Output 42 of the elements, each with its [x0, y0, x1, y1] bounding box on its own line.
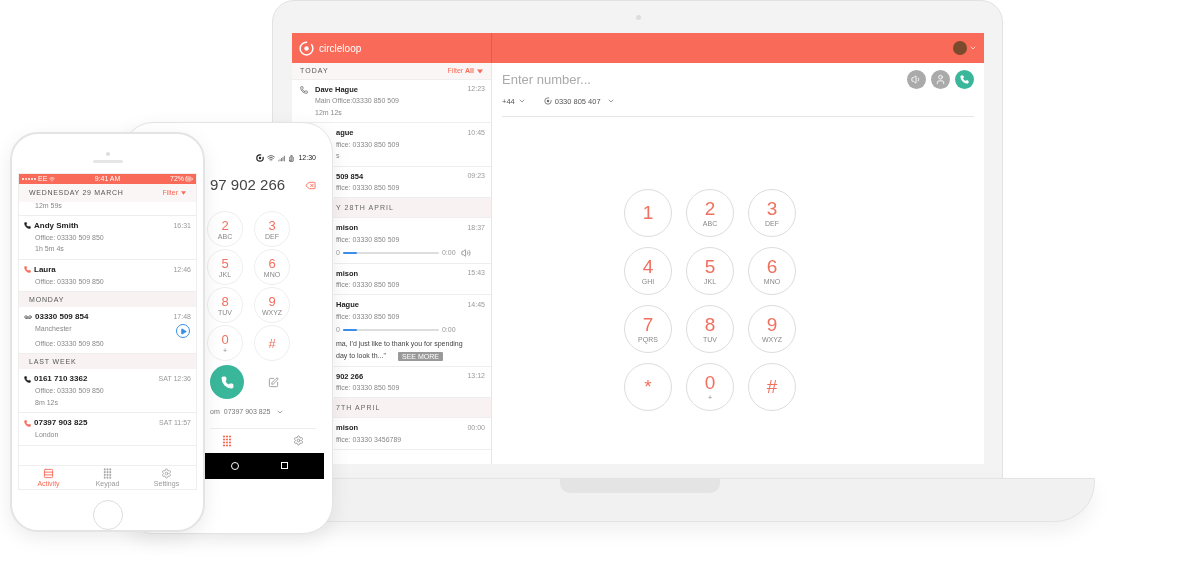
- contact-name: 03330 509 854: [35, 311, 89, 324]
- overview-icon[interactable]: [281, 462, 288, 469]
- chevron-icon[interactable]: [969, 44, 977, 52]
- call-button[interactable]: [955, 70, 974, 89]
- backspace-icon[interactable]: [305, 179, 316, 191]
- filter-icon: [181, 190, 186, 195]
- logo-icon: [256, 154, 265, 162]
- wifi-icon: [49, 175, 56, 182]
- number-field[interactable]: Enter number...: [502, 70, 752, 90]
- phone-icon: [300, 85, 308, 94]
- voicemail-icon: [24, 313, 32, 322]
- battery-icon: [288, 154, 296, 162]
- contact-name: Laura: [34, 263, 56, 276]
- contact-name: Andy Smith: [34, 219, 79, 232]
- battery-icon: [185, 174, 193, 183]
- phone-icon: [960, 75, 969, 84]
- list-icon: [43, 468, 54, 480]
- settings-icon[interactable]: [293, 435, 304, 446]
- contact-button[interactable]: [931, 70, 950, 89]
- brand-name: circleloop: [319, 41, 362, 56]
- logo-icon: [299, 40, 314, 56]
- edit-icon[interactable]: [268, 376, 279, 388]
- audio-track[interactable]: [342, 329, 439, 332]
- volume-icon[interactable]: [460, 248, 471, 259]
- settings-icon: [161, 468, 172, 480]
- contact-name: 07397 903 825: [34, 417, 88, 430]
- keypad-icon[interactable]: [222, 434, 232, 447]
- play-icon: [179, 327, 187, 335]
- dialed-number: 97 902 266: [210, 174, 286, 195]
- signal-icon: [278, 154, 286, 162]
- keypad-icon: [103, 468, 112, 480]
- wifi-icon: [267, 154, 276, 162]
- avatar[interactable]: [953, 41, 967, 55]
- mute-button[interactable]: [907, 70, 926, 89]
- contact-name: 0161 710 3362: [34, 373, 88, 386]
- filter-icon: [477, 68, 483, 74]
- call-button[interactable]: [210, 365, 244, 399]
- phone-icon: [220, 375, 234, 389]
- speaker-icon: [911, 74, 922, 85]
- person-icon: [935, 74, 946, 85]
- audio-track[interactable]: [342, 252, 439, 255]
- logo-icon: [543, 97, 552, 106]
